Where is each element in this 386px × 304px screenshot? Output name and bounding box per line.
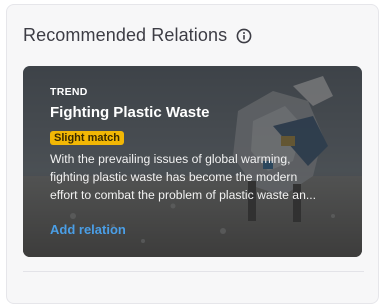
card-content: TREND Fighting Plastic Waste Slight matc… <box>50 86 344 204</box>
card-description: With the prevailing issues of global war… <box>50 150 350 204</box>
card-title: Fighting Plastic Waste <box>50 104 210 121</box>
panel-header: Recommended Relations <box>23 25 252 46</box>
card-type-label: TREND <box>50 86 88 98</box>
panel-title: Recommended Relations <box>23 25 228 45</box>
card-description-line: effort to combat the problem of plastic … <box>50 188 317 202</box>
add-relation-link[interactable]: Add relation <box>50 222 126 237</box>
card-description-line: fighting plastic waste has become the mo… <box>50 170 298 184</box>
card-description-line: With the prevailing issues of global war… <box>50 152 291 166</box>
trend-card[interactable]: TREND Fighting Plastic Waste Slight matc… <box>23 66 362 257</box>
recommended-relations-panel: Recommended Relations TREND Fighting Pla… <box>6 4 379 304</box>
match-badge: Slight match <box>50 131 125 145</box>
info-icon[interactable] <box>236 28 252 44</box>
divider <box>23 271 364 272</box>
